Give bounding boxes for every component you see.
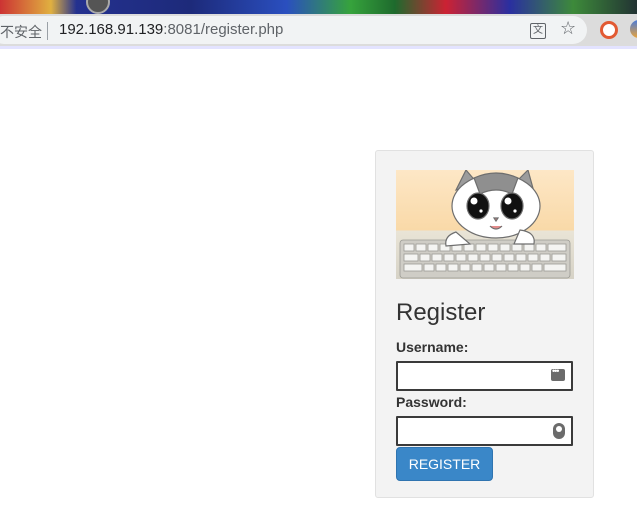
url-host: 192.168.91.139	[59, 21, 164, 38]
password-label: Password:	[396, 394, 467, 410]
kitten-illustration	[399, 170, 571, 279]
password-field[interactable]	[396, 416, 573, 446]
security-indicator[interactable]: 不安全	[0, 22, 42, 42]
username-field[interactable]	[396, 361, 573, 391]
page-title: Register	[396, 299, 486, 326]
register-card: Register Username: Password: REGISTER	[375, 150, 594, 498]
register-button[interactable]: REGISTER	[396, 447, 493, 481]
url-path: :8081/register.php	[163, 21, 284, 38]
url-text[interactable]: 192.168.91.139:8081/register.php	[59, 21, 283, 38]
kitten-banner-image	[396, 170, 574, 279]
password-input[interactable]	[398, 418, 558, 444]
username-label: Username:	[396, 339, 469, 355]
star-icon[interactable]: ☆	[560, 18, 576, 39]
username-input[interactable]	[398, 363, 558, 389]
keyboard-icon[interactable]	[551, 366, 565, 381]
omnibox-separator	[47, 22, 48, 40]
desktop-icon	[86, 0, 110, 14]
key-icon[interactable]	[553, 423, 565, 439]
toolbar-divider	[0, 46, 637, 49]
desktop-background-strip	[0, 0, 637, 14]
translate-icon[interactable]: 文	[530, 23, 546, 39]
extension-icon[interactable]	[600, 21, 618, 39]
